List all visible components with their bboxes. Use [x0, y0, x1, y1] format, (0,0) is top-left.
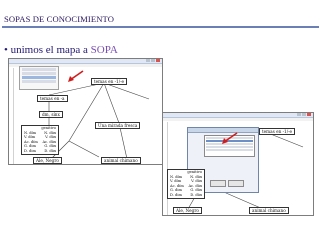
dialog-ok-button[interactable] [210, 180, 226, 187]
node-animal-chimano: animal chimano [101, 157, 141, 164]
concept-map-screenshot-left: temas en -1/-e temas en -a dm, sínx geni… [8, 58, 163, 165]
node-ale-negro: Ale, Negro [173, 207, 202, 214]
node-dm-sinx: dm, sínx [39, 111, 63, 118]
table-row[interactable] [206, 146, 253, 148]
dialog-cancel-button[interactable] [228, 180, 244, 187]
slide-title: SOPAS DE CONOCIMIENTO [4, 14, 115, 24]
node-ale-negro: Ale, Negro [33, 157, 62, 164]
table-row[interactable] [206, 149, 253, 151]
bullet-accent-text: SOPA [90, 44, 118, 56]
list-node: genitivo N. dím N. dúx V. dím V. dúx Ac. d… [21, 125, 59, 155]
concept-map-screenshot-right: temas en -1/-e genitivo N. dím N. dúx V. … [162, 112, 314, 216]
node-una-mirada: Una mirada fresca [95, 122, 141, 129]
bullet-line: • unimos el mapa a SOPA [4, 44, 118, 56]
title-divider [2, 26, 319, 28]
central-node: temas en -1/-e [91, 78, 127, 85]
red-arrow-icon [222, 132, 238, 144]
list-node: genitivo N. dím N. dúx V. dím V. dúx Ac. d… [167, 169, 205, 199]
bullet-symbol: • [4, 44, 8, 56]
central-node: temas en -1/-e [259, 128, 295, 135]
bullet-text: unimos el mapa a [10, 44, 88, 56]
red-arrow-icon [68, 70, 84, 82]
node-temas-en-a: temas en -a [37, 95, 68, 102]
node-animal-chimano: animal chimano [249, 207, 289, 214]
